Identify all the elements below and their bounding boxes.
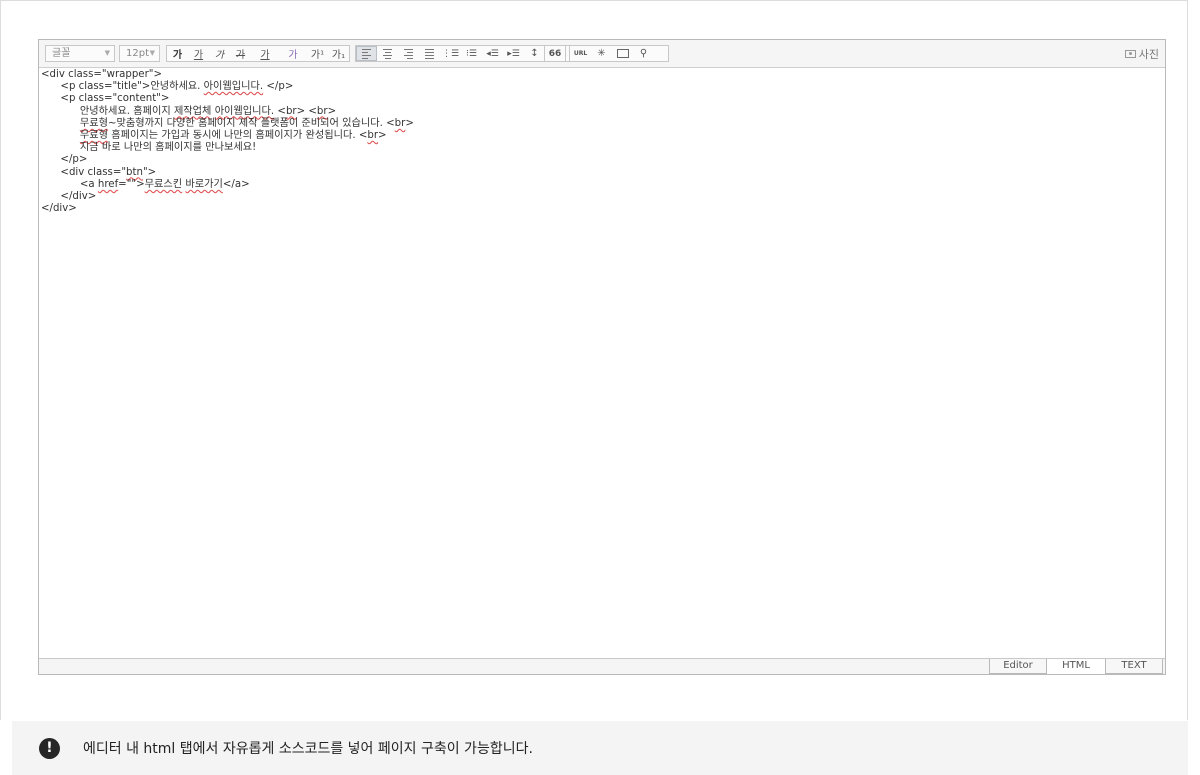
tab-text[interactable]: TEXT: [1105, 659, 1163, 674]
find-button[interactable]: ⚲: [633, 46, 654, 61]
tab-html[interactable]: HTML: [1047, 659, 1105, 674]
font-color-button[interactable]: 가: [251, 46, 279, 61]
code-line: 지금 바로 나만의 홈페이지를 만나보세요!: [41, 142, 257, 154]
code-line: 무료형~맞춤형까지 다양한 홈페이지 제작 플랫폼이 준비되어 있습니다. <b…: [79, 117, 414, 129]
chevron-down-icon: ▼: [104, 49, 110, 57]
bullet-list-icon: ⁝☰: [466, 48, 477, 59]
font-size-label: 12pt: [126, 48, 149, 59]
subscript-button[interactable]: 가₁: [328, 46, 349, 61]
strikethrough-button[interactable]: 가: [230, 46, 251, 61]
text-format-group: 가 가 가 가 가 가 가¹ 가₁: [166, 45, 350, 62]
notice-text: 에디터 내 html 탭에서 자유롭게 소스코드를 넣어 페이지 구축이 가능합…: [83, 741, 533, 757]
indent-icon: ▸☰: [507, 48, 520, 59]
editor-toolbar: 글꼴 ▼ 12pt ▼ 가 가 가 가 가 가 가¹ 가₁ ⋮☰ ⁝☰ ◂☰ ▸…: [39, 40, 1165, 68]
table-button[interactable]: [612, 46, 633, 61]
editor-mode-tabs: Editor HTML TEXT: [39, 658, 1165, 674]
align-right-icon: [404, 48, 413, 60]
italic-button[interactable]: 가: [209, 46, 230, 61]
code-line: <p class="content">: [41, 93, 170, 105]
background-color-button[interactable]: 가: [279, 46, 307, 61]
insert-group: URL ✳ ⚲: [569, 45, 669, 62]
line-height-icon: ↕: [530, 48, 539, 59]
code-line: 안녕하세요. 홈페이지 제작업체 아이웹입니다. <br> <br>: [41, 105, 337, 117]
code-line: </p>: [41, 154, 88, 166]
quote-button[interactable]: 66: [545, 46, 565, 61]
outdent-icon: ◂☰: [486, 48, 499, 59]
code-line: 무료형 홈페이지는 가입과 동시에 나만의 홈페이지가 완성됩니다. <br>: [79, 130, 387, 142]
code-line: </div>: [41, 203, 77, 215]
align-center-button[interactable]: [377, 46, 398, 61]
search-icon: ⚲: [639, 48, 648, 59]
code-line: <a href="">무료스킨 바로가기</a>: [41, 178, 250, 190]
quote-group: 66: [544, 45, 566, 62]
table-icon: [616, 49, 629, 58]
image-icon: [1124, 50, 1136, 58]
align-center-icon: [383, 48, 392, 60]
link-button[interactable]: URL: [570, 46, 591, 61]
code-line: <div class="wrapper">: [41, 69, 162, 80]
asterisk-icon: ✳: [597, 48, 606, 59]
font-size-select[interactable]: 12pt ▼: [119, 45, 160, 62]
special-char-button[interactable]: ✳: [591, 46, 612, 61]
align-right-button[interactable]: [398, 46, 419, 61]
photo-upload-button[interactable]: 사진: [1124, 46, 1159, 62]
font-family-select[interactable]: 글꼴 ▼: [45, 45, 115, 62]
html-source-textarea[interactable]: <div class="wrapper"> <p class="title">안…: [41, 69, 414, 215]
photo-label: 사진: [1138, 48, 1159, 61]
code-line: </div>: [41, 191, 97, 203]
unordered-list-button[interactable]: ⁝☰: [461, 46, 482, 61]
code-line: <p class="title">안녕하세요. 아이웹입니다. </p>: [41, 81, 294, 93]
bold-button[interactable]: 가: [167, 46, 188, 61]
chevron-down-icon: ▼: [149, 49, 155, 57]
code-line: <div class="btn">: [41, 166, 157, 178]
font-family-label: 글꼴: [52, 48, 71, 59]
outdent-button[interactable]: ◂☰: [482, 46, 503, 61]
align-left-button[interactable]: [356, 46, 377, 61]
notice-bar: ! 에디터 내 html 탭에서 자유롭게 소스코드를 넣어 페이지 구축이 가…: [12, 721, 1188, 775]
align-left-icon: [362, 48, 371, 60]
line-height-button[interactable]: ↕: [524, 46, 545, 61]
ordered-list-icon: ⋮☰: [441, 48, 460, 59]
underline-button[interactable]: 가: [188, 46, 209, 61]
rich-text-editor: 글꼴 ▼ 12pt ▼ 가 가 가 가 가 가 가¹ 가₁ ⋮☰ ⁝☰ ◂☰ ▸…: [38, 39, 1166, 675]
exclamation-icon: !: [39, 737, 60, 759]
justify-icon: [425, 48, 434, 60]
ordered-list-button[interactable]: ⋮☰: [440, 46, 461, 61]
superscript-button[interactable]: 가¹: [307, 46, 328, 61]
tab-editor[interactable]: Editor: [989, 659, 1047, 674]
indent-button[interactable]: ▸☰: [503, 46, 524, 61]
justify-button[interactable]: [419, 46, 440, 61]
